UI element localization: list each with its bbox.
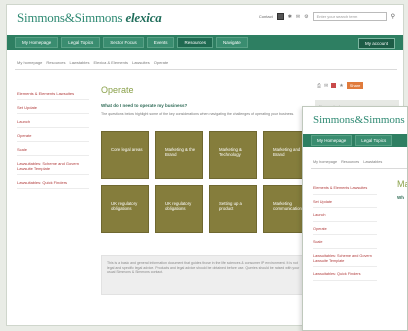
left-sidebar: Elements & Elements Lawsuites Set Update… bbox=[313, 186, 377, 286]
section-heading: What do I need to operate my business? bbox=[101, 103, 188, 108]
sidebar-item[interactable]: Elements & Elements Lawsuites bbox=[313, 186, 377, 195]
main-nav: My Homepage Legal Topics Sector Focus Ev… bbox=[7, 35, 403, 50]
topic-tile[interactable]: Core legal areas bbox=[101, 131, 149, 179]
main-nav: My Homepage Legal Topics bbox=[303, 134, 407, 147]
topic-tile[interactable]: Marketing & Technology bbox=[209, 131, 257, 179]
sidebar-item[interactable]: Operate bbox=[313, 227, 377, 236]
contact-link[interactable]: Contact bbox=[259, 14, 273, 19]
nav-tab-legal-topics[interactable]: Legal Topics bbox=[61, 37, 101, 48]
sidebar-item[interactable]: Lawsuitables: Scheme and Govern Lawsuite… bbox=[17, 161, 89, 175]
section-heading: Wh bbox=[397, 195, 404, 200]
breadcrumb: My homepage Resources Lawstables Elexica… bbox=[17, 60, 168, 65]
brand-header: Simmons&Simmons elexica Contact ✱ ✉ ⚙ En… bbox=[7, 5, 403, 31]
site-logo[interactable]: Simmons&Simmons elexica bbox=[17, 10, 162, 26]
logo-ampersand: & bbox=[354, 114, 364, 126]
print-icon[interactable]: ✱ bbox=[288, 14, 292, 20]
overlapping-browser-window: Simmons&Simmons My Homepage Legal Topics… bbox=[302, 106, 408, 331]
breadcrumb-item[interactable]: Lawstables bbox=[69, 60, 89, 65]
left-sidebar: Elements & Elements Lawsuites Set Update… bbox=[17, 91, 89, 194]
topic-tile[interactable]: UK regulatory obligations bbox=[155, 185, 203, 233]
grid-icon[interactable] bbox=[276, 13, 284, 20]
print-icon[interactable]: ⎙ bbox=[317, 83, 321, 89]
breadcrumb-item[interactable]: My homepage bbox=[17, 60, 42, 65]
nav-tab-events[interactable]: Events bbox=[146, 37, 175, 48]
pdf-icon[interactable] bbox=[331, 83, 337, 88]
nav-tab-my-homepage[interactable]: My Homepage bbox=[15, 37, 59, 48]
search-input[interactable]: Enter your search term bbox=[312, 12, 387, 21]
sidebar-item[interactable]: Launch bbox=[17, 119, 89, 128]
disclaimer-note: This is a basic and general information … bbox=[101, 255, 311, 295]
sidebar-item[interactable]: Scale bbox=[313, 240, 377, 249]
sidebar-item[interactable]: Elements & Elements Lawsuites bbox=[17, 91, 89, 100]
logo-text-b: Simmons bbox=[74, 10, 123, 25]
logo-text-a: Simmons bbox=[17, 10, 65, 25]
email-icon[interactable]: ✉ bbox=[324, 83, 328, 89]
sidebar-item[interactable]: Lawsuitables: Scheme and Govern Lawsuite… bbox=[313, 254, 377, 268]
breadcrumb-item[interactable]: My homepage bbox=[313, 160, 337, 164]
page-tools: ⎙ ✉ ★ Share bbox=[317, 82, 364, 89]
topic-tile[interactable]: UK regulatory obligations bbox=[101, 185, 149, 233]
logo-product: elexica bbox=[125, 10, 162, 25]
breadcrumb: My homepage Resources Lawstables bbox=[313, 160, 382, 164]
nav-tab-resources[interactable]: Resources bbox=[177, 37, 213, 48]
sidebar-item[interactable]: Lawsuitables: Quick Finders bbox=[313, 272, 377, 281]
topic-tile[interactable]: Marketing & the Brand bbox=[155, 131, 203, 179]
nav-tab-my-homepage[interactable]: My Homepage bbox=[311, 135, 353, 146]
email-icon[interactable]: ✉ bbox=[296, 14, 300, 20]
header-divider bbox=[311, 168, 407, 169]
sidebar-item[interactable]: Set Update bbox=[313, 200, 377, 209]
breadcrumb-item[interactable]: Resources bbox=[46, 60, 65, 65]
breadcrumb-item[interactable]: Elexica & Elements bbox=[94, 60, 128, 65]
breadcrumb-item[interactable]: Lawsuites bbox=[132, 60, 150, 65]
account-button[interactable]: My account bbox=[357, 38, 395, 49]
settings-icon[interactable]: ⚙ bbox=[304, 14, 308, 20]
logo-ampersand: & bbox=[64, 10, 75, 25]
nav-tab-legal-topics[interactable]: Legal Topics bbox=[355, 135, 393, 146]
top-utilities: Contact ✱ ✉ ⚙ Enter your search term ⚲ bbox=[259, 12, 395, 21]
bookmark-icon[interactable]: ★ bbox=[339, 83, 343, 89]
topic-tile[interactable]: Setting up a product bbox=[209, 185, 257, 233]
site-logo[interactable]: Simmons&Simmons bbox=[313, 114, 405, 126]
topic-tile-grid: Core legal areas Marketing & the Brand M… bbox=[101, 131, 311, 233]
intro-text: The questions below highlight some of th… bbox=[101, 112, 295, 116]
logo-text-a: Simmons bbox=[313, 114, 355, 126]
sidebar-item[interactable]: Lawsuitables: Quick Finders bbox=[17, 180, 89, 189]
sidebar-item[interactable]: Set Update bbox=[17, 105, 89, 114]
sidebar-item[interactable]: Operate bbox=[17, 133, 89, 142]
nav-tab-navigate[interactable]: Navigate bbox=[216, 37, 248, 48]
page-title: Ma bbox=[397, 179, 407, 189]
breadcrumb-item[interactable]: Lawstables bbox=[363, 160, 382, 164]
nav-tab-sector-focus[interactable]: Sector Focus bbox=[103, 37, 144, 48]
share-button[interactable]: Share bbox=[346, 82, 364, 89]
page-title: Operate bbox=[101, 85, 134, 95]
sidebar-item[interactable]: Launch bbox=[313, 213, 377, 222]
breadcrumb-item[interactable]: Resources bbox=[341, 160, 359, 164]
header-divider bbox=[15, 69, 397, 70]
breadcrumb-item: Operate bbox=[153, 60, 169, 65]
sidebar-item[interactable]: Scale bbox=[17, 147, 89, 156]
search-icon[interactable]: ⚲ bbox=[391, 13, 395, 20]
logo-text-b: Simmons bbox=[363, 114, 405, 126]
